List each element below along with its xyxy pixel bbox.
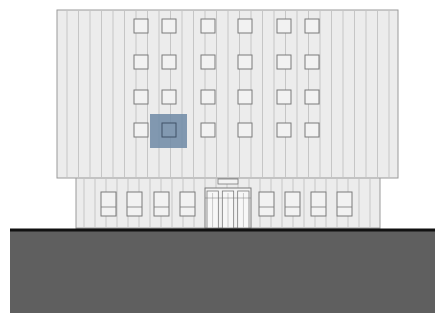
window	[237, 122, 253, 138]
window	[133, 18, 149, 34]
window	[304, 18, 320, 34]
window	[304, 89, 320, 105]
window	[304, 54, 320, 70]
entrance-sign	[217, 178, 239, 185]
window	[161, 18, 177, 34]
window	[237, 54, 253, 70]
ground	[10, 230, 435, 313]
window	[200, 18, 216, 34]
window	[276, 89, 292, 105]
building-elevation-drawing	[0, 0, 435, 313]
upper-block-facade	[56, 9, 399, 179]
entrance-doors	[204, 187, 252, 229]
window	[276, 122, 292, 138]
window	[133, 122, 149, 138]
base-block	[75, 177, 381, 229]
window	[200, 122, 216, 138]
base-window	[258, 191, 275, 217]
base-window	[336, 191, 353, 217]
base-window	[153, 191, 170, 217]
highlighted-window-overlay	[150, 114, 187, 148]
upper-block	[56, 9, 399, 179]
base-window	[310, 191, 327, 217]
window	[200, 54, 216, 70]
window	[161, 54, 177, 70]
window	[161, 89, 177, 105]
window	[200, 89, 216, 105]
base-window	[284, 191, 301, 217]
window	[276, 54, 292, 70]
window	[237, 18, 253, 34]
window	[276, 18, 292, 34]
base-window	[126, 191, 143, 217]
window	[133, 54, 149, 70]
base-window	[179, 191, 196, 217]
window	[237, 89, 253, 105]
window	[304, 122, 320, 138]
window	[133, 89, 149, 105]
base-window	[100, 191, 117, 217]
